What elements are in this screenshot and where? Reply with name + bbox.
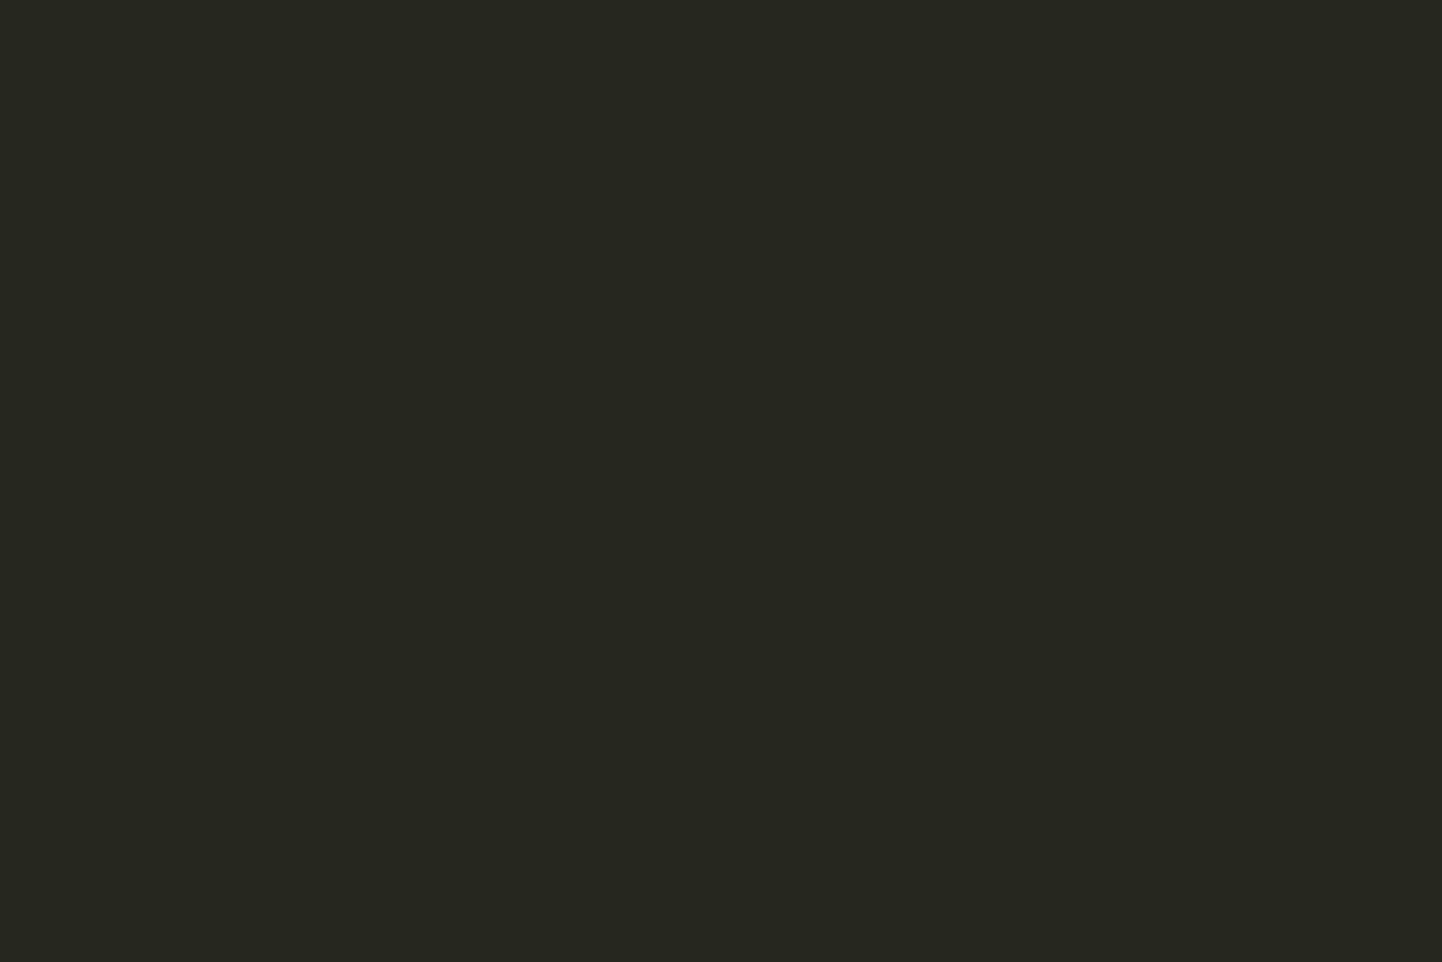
- code-editor[interactable]: [0, 0, 1442, 962]
- code-lines-container[interactable]: [0, 0, 1442, 962]
